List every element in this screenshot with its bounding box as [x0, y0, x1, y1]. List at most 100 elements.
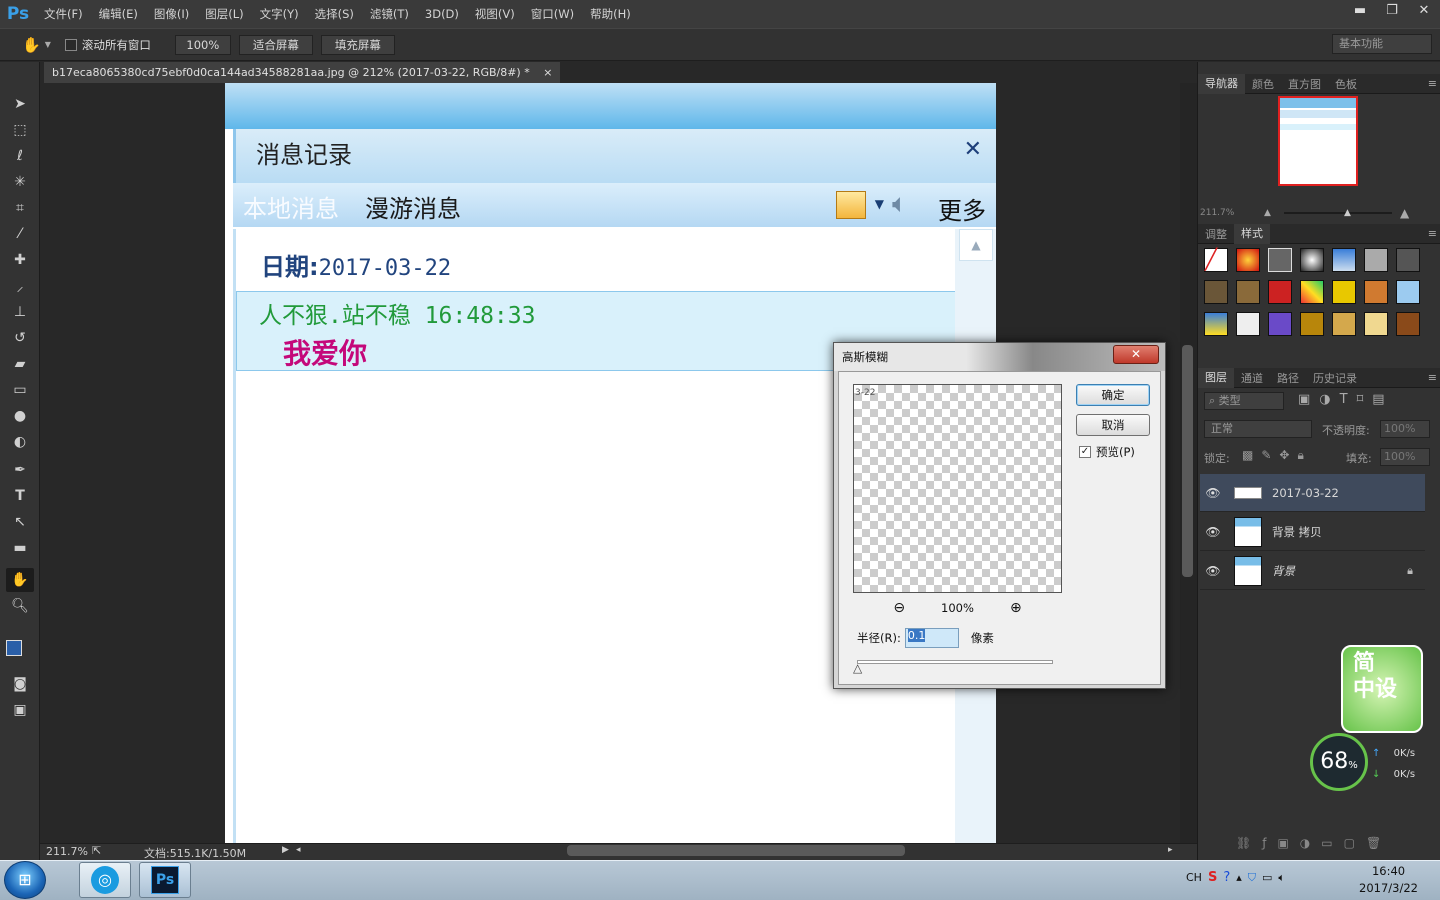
layer-filter-select[interactable]: ⌕ 类型: [1204, 392, 1284, 410]
style-swatch[interactable]: [1236, 280, 1260, 304]
layer-row[interactable]: 👁︎ 背景 拷贝: [1200, 513, 1425, 551]
type-tool-icon[interactable]: T: [6, 484, 34, 508]
style-swatch[interactable]: [1300, 312, 1324, 336]
quick-mask-icon[interactable]: ◙: [6, 672, 34, 696]
magic-wand-icon[interactable]: ✳: [6, 170, 34, 194]
tab-navigator[interactable]: 导航器: [1198, 73, 1245, 94]
ime-indicator[interactable]: CH: [1186, 871, 1202, 884]
eye-icon[interactable]: 👁︎: [1200, 564, 1226, 578]
menu-edit[interactable]: 编辑(E): [91, 6, 146, 22]
close-window-button[interactable]: ✕: [1408, 0, 1440, 20]
path-select-icon[interactable]: ↖: [6, 510, 34, 534]
eye-icon[interactable]: 👁︎: [1200, 525, 1226, 539]
marquee-tool-icon[interactable]: ⬚: [6, 118, 34, 142]
eraser-tool-icon[interactable]: ▰: [6, 352, 34, 376]
blur-preview[interactable]: 3-22: [853, 384, 1062, 593]
zoom-out-icon[interactable]: ⊖: [893, 600, 905, 616]
radius-slider-thumb[interactable]: △: [853, 661, 862, 675]
zoom-tool-icon[interactable]: 🔍︎: [6, 594, 34, 618]
start-button[interactable]: ⊞: [4, 861, 46, 899]
zoom-100-button[interactable]: 100%: [174, 34, 231, 55]
document-tab[interactable]: b17eca8065380cd75ebf0d0ca144ad34588281aa…: [44, 62, 561, 83]
style-swatch[interactable]: [1268, 280, 1292, 304]
panel-menu-icon[interactable]: ≡: [1428, 227, 1437, 240]
zoom-in-icon[interactable]: ⊕: [1010, 600, 1022, 616]
pen-tool-icon[interactable]: ✒: [6, 458, 34, 482]
menu-3d[interactable]: 3D(D): [417, 7, 467, 21]
volume-icon[interactable]: 🔈︎: [1278, 871, 1285, 885]
menu-layer[interactable]: 图层(L): [197, 6, 251, 22]
style-swatch[interactable]: [1204, 312, 1228, 336]
style-swatch[interactable]: [1236, 248, 1260, 272]
desktop-gadget[interactable]: 简 中设: [1341, 645, 1423, 733]
minimize-button[interactable]: ▬: [1344, 0, 1376, 20]
style-swatch[interactable]: [1364, 312, 1388, 336]
hand-tool-icon[interactable]: ✋: [22, 36, 41, 54]
blend-mode-select[interactable]: 正常: [1204, 420, 1312, 438]
style-swatch[interactable]: [1396, 280, 1420, 304]
radius-input[interactable]: 0.1: [904, 628, 959, 648]
dodge-tool-icon[interactable]: ◐: [6, 430, 34, 454]
panel-menu-icon[interactable]: ≡: [1428, 371, 1437, 384]
speed-meter[interactable]: 68%: [1310, 733, 1368, 791]
style-swatch[interactable]: [1332, 280, 1356, 304]
export-icon[interactable]: ⇱: [92, 844, 101, 857]
scroll-right-icon[interactable]: ▸: [1168, 845, 1173, 855]
navigator-preview[interactable]: [1278, 96, 1358, 186]
shield-icon[interactable]: ⛉: [1248, 871, 1256, 885]
tab-adjustments[interactable]: 调整: [1198, 226, 1234, 242]
hand-tool-icon[interactable]: ✋: [6, 568, 34, 592]
scroll-all-windows-option[interactable]: 滚动所有窗口: [64, 37, 151, 53]
brush-tool-icon[interactable]: ⸝: [6, 274, 34, 298]
lasso-tool-icon[interactable]: ℓ: [6, 144, 34, 168]
tab-swatches[interactable]: 色板: [1328, 76, 1364, 92]
fill-screen-button[interactable]: 填充屏幕: [320, 34, 395, 55]
taskbar-app-photoshop[interactable]: Ps: [139, 862, 191, 898]
zoom-out-icon[interactable]: ▲: [1264, 208, 1271, 218]
ok-button[interactable]: 确定: [1076, 384, 1150, 406]
menu-select[interactable]: 选择(S): [307, 6, 362, 22]
screen-mode-icon[interactable]: ▣: [6, 698, 34, 722]
horizontal-scroll-thumb[interactable]: [567, 845, 905, 856]
fill-input[interactable]: 100%: [1380, 448, 1430, 466]
clone-stamp-icon[interactable]: ⊥: [6, 300, 34, 324]
style-swatch[interactable]: [1300, 248, 1324, 272]
preview-checkbox[interactable]: ✓: [1079, 446, 1091, 458]
eye-icon[interactable]: 👁︎: [1200, 486, 1226, 500]
style-swatch[interactable]: [1300, 280, 1324, 304]
tab-color[interactable]: 颜色: [1245, 76, 1281, 92]
menu-window[interactable]: 窗口(W): [523, 6, 582, 22]
navigator-zoom[interactable]: 211.7%: [1200, 208, 1234, 218]
scroll-left-icon[interactable]: ◂: [296, 845, 301, 855]
navigator-zoom-slider[interactable]: [1284, 212, 1392, 214]
healing-brush-icon[interactable]: ✚: [6, 248, 34, 272]
history-brush-icon[interactable]: ↺: [6, 326, 34, 350]
style-swatch[interactable]: [1364, 280, 1388, 304]
gradient-tool-icon[interactable]: ▭: [6, 378, 34, 402]
layer-filter-icons[interactable]: ▣◑T⌑▤: [1298, 392, 1394, 407]
scroll-all-checkbox[interactable]: [64, 38, 77, 51]
chevron-down-icon[interactable]: ▼: [45, 40, 51, 49]
eyedropper-icon[interactable]: ⁄: [6, 222, 34, 246]
preview-option[interactable]: ✓ 预览(P): [1079, 444, 1135, 460]
taskbar-app-browser[interactable]: ◎: [79, 862, 131, 898]
style-swatch[interactable]: [1268, 248, 1292, 272]
radius-slider[interactable]: [857, 660, 1053, 664]
style-swatch[interactable]: ╱: [1204, 248, 1228, 272]
tab-histogram[interactable]: 直方图: [1281, 76, 1328, 92]
style-swatch[interactable]: [1396, 248, 1420, 272]
menu-file[interactable]: 文件(F): [36, 6, 91, 22]
layer-row[interactable]: 👁︎ 2017-03-22: [1200, 474, 1425, 512]
close-tab-icon[interactable]: ×: [543, 66, 552, 79]
tray-expand-icon[interactable]: ▴: [1236, 871, 1242, 884]
menu-help[interactable]: 帮助(H): [582, 6, 639, 22]
tab-channels[interactable]: 通道: [1234, 370, 1270, 386]
foreground-color-swatch[interactable]: [6, 640, 22, 656]
fit-screen-button[interactable]: 适合屏幕: [238, 34, 313, 55]
taskbar-clock[interactable]: 16:40 2017/3/22: [1359, 863, 1418, 897]
style-swatch[interactable]: [1396, 312, 1420, 336]
tab-history[interactable]: 历史记录: [1306, 370, 1364, 386]
vertical-scroll-thumb[interactable]: [1182, 345, 1193, 577]
tab-styles[interactable]: 样式: [1234, 223, 1270, 244]
layer-row[interactable]: 👁︎ 背景 🔒︎: [1200, 552, 1425, 590]
